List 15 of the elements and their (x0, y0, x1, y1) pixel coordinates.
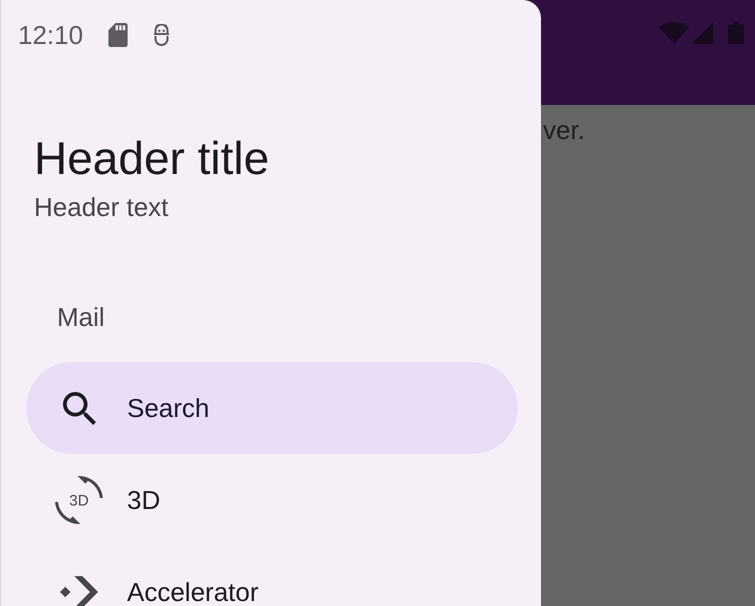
status-time: 12:10 (18, 20, 84, 50)
nav-item[interactable]: Accelerator (26, 546, 518, 606)
wifi-icon (659, 22, 689, 44)
dot-chevron-icon (60, 576, 98, 606)
robot-icon (153, 24, 170, 46)
nav-item[interactable]: Search (26, 362, 518, 454)
signal-icon (691, 22, 714, 44)
nav-item[interactable]: 3D 3D (26, 454, 518, 546)
battery-icon (728, 22, 744, 44)
section-label: Mail (57, 302, 105, 332)
search-icon (62, 392, 96, 424)
header-title: Header title (34, 132, 270, 184)
sd-card-icon (108, 23, 128, 47)
body-text: ver. (543, 115, 585, 145)
header-text: Header text (34, 192, 168, 222)
